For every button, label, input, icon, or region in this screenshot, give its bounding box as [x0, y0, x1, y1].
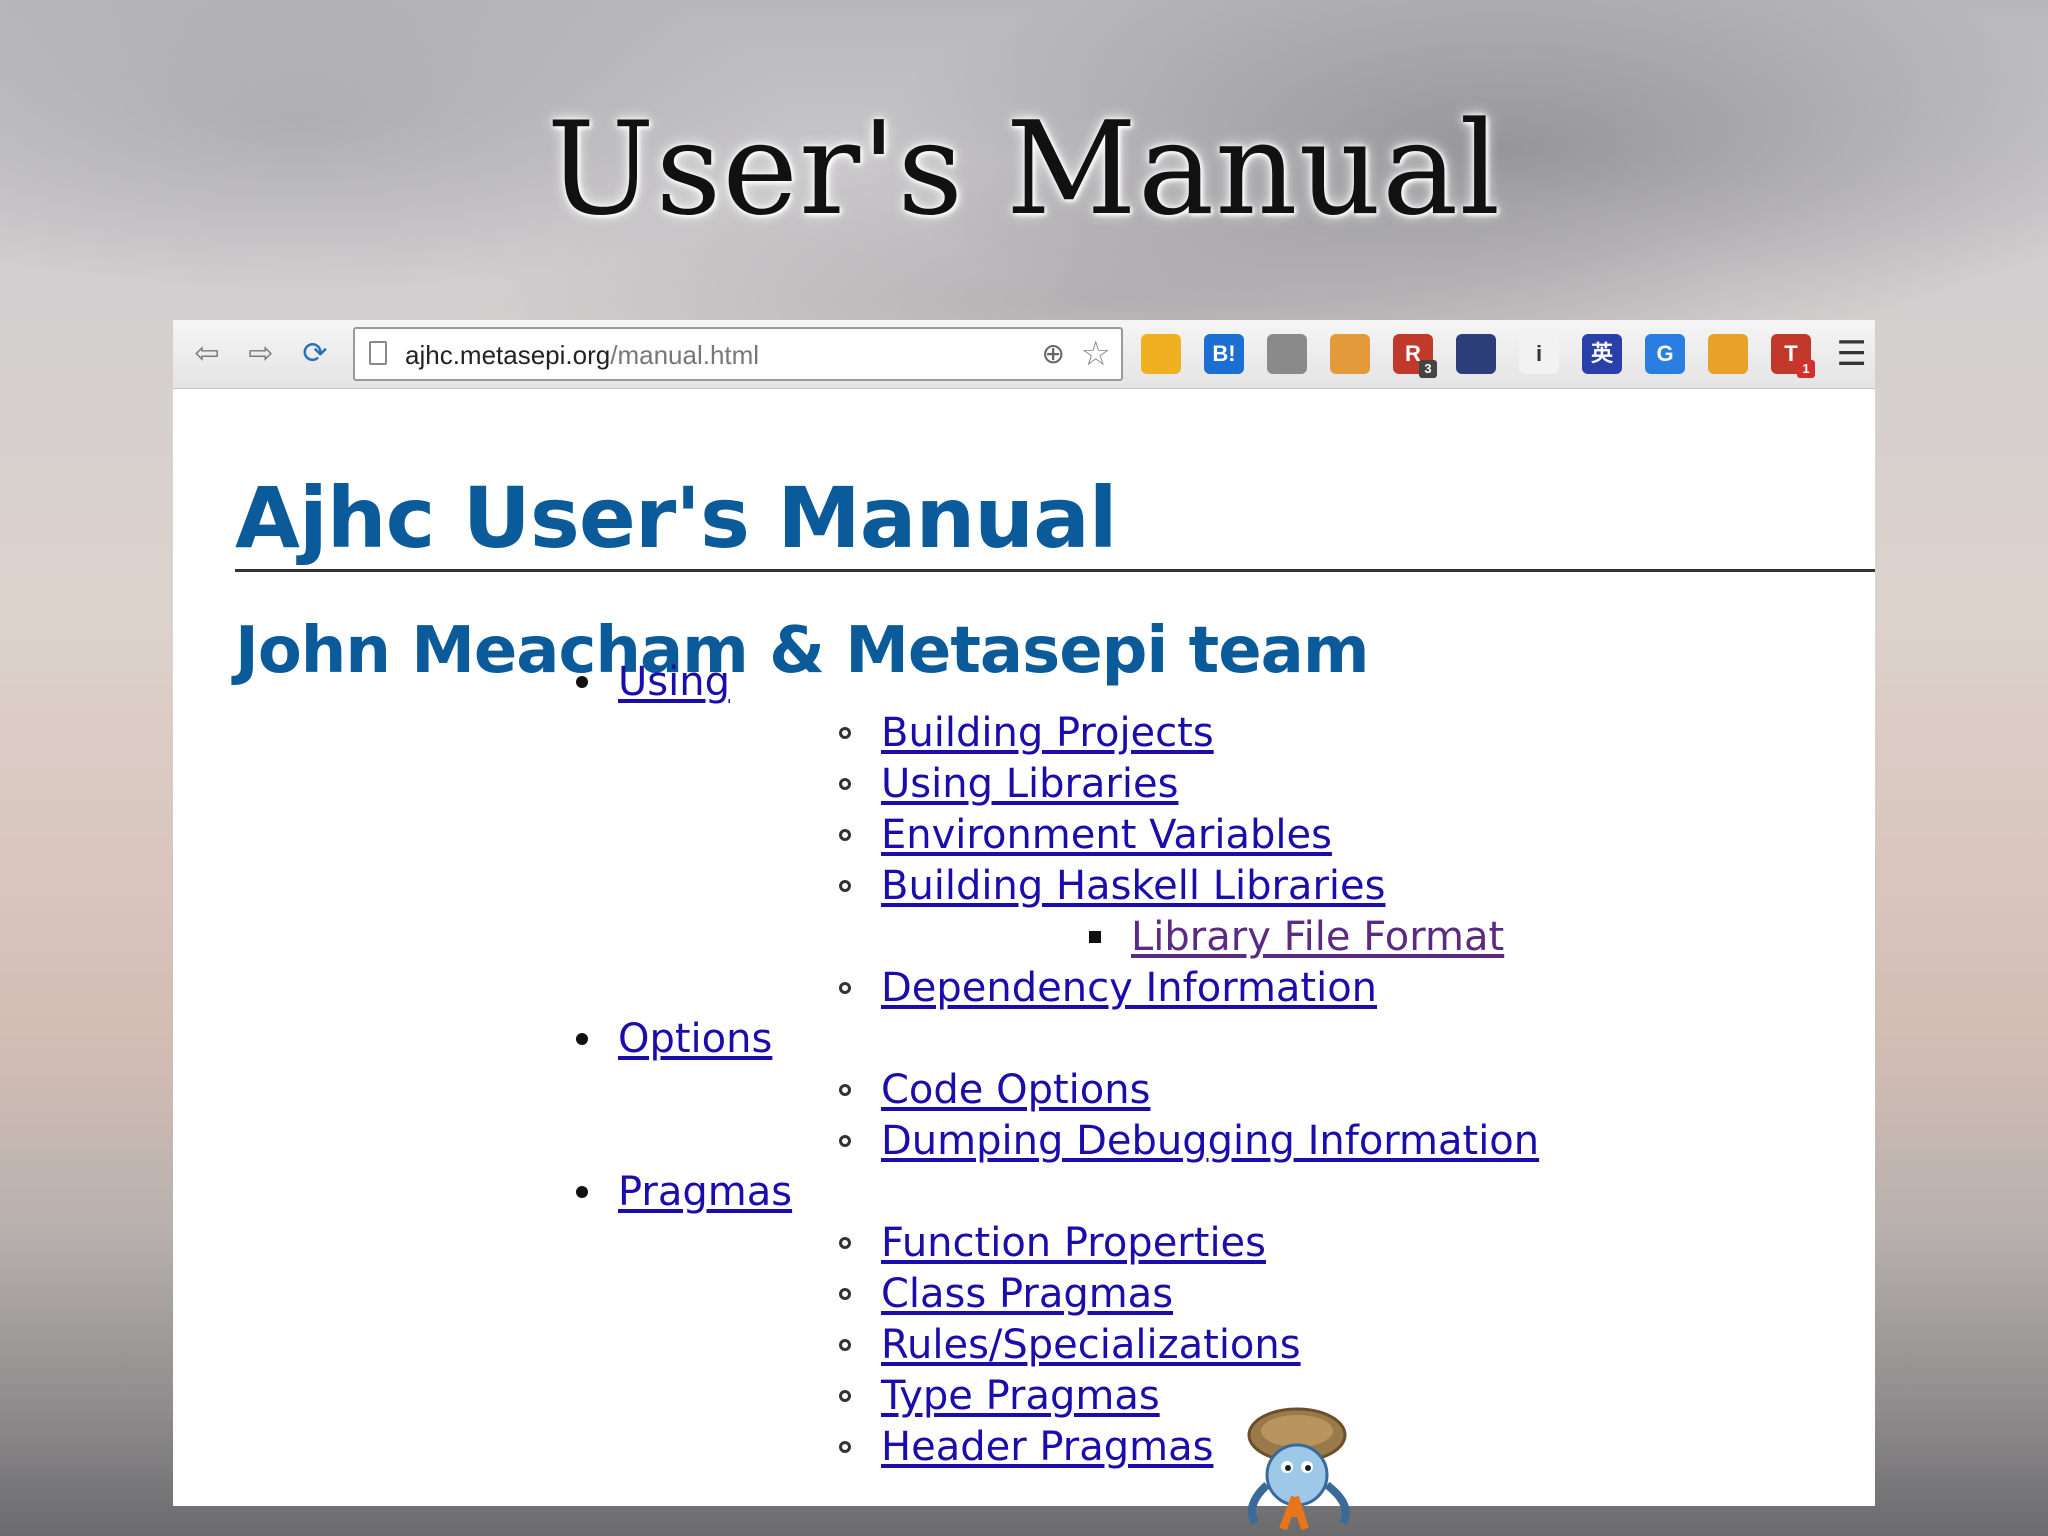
toc-link[interactable]: Options	[618, 1016, 772, 1062]
forward-arrow-icon[interactable]: ⇨	[241, 334, 281, 374]
ext-r-icon[interactable]: R3	[1393, 334, 1437, 378]
toc-link[interactable]: Header Pragmas	[881, 1424, 1213, 1470]
toc-link[interactable]: Using	[618, 659, 730, 705]
extension-label: i	[1535, 341, 1543, 366]
toc-link[interactable]: Type Pragmas	[881, 1373, 1160, 1419]
ext-sync-icon[interactable]	[1141, 334, 1181, 374]
ext-info-icon[interactable]: i	[1519, 334, 1559, 374]
zoom-icon[interactable]: ⊕	[1042, 337, 1065, 370]
toc-item: Building Haskell Libraries	[839, 861, 1385, 911]
toc-link[interactable]: Environment Variables	[881, 812, 1332, 858]
toc-item: Type Pragmas	[839, 1371, 1160, 1421]
circle-bullet-icon	[839, 1135, 851, 1147]
ext-eiji-icon[interactable]: 英	[1582, 334, 1622, 374]
title-divider	[235, 569, 1875, 572]
extension-label: G	[1656, 341, 1674, 366]
toc-link[interactable]: Dependency Information	[881, 965, 1377, 1011]
circle-bullet-icon	[839, 1084, 851, 1096]
extension-label: B!	[1212, 341, 1236, 366]
circle-bullet-icon	[839, 1237, 851, 1249]
toc-item: Dumping Debugging Information	[839, 1116, 1539, 1166]
url-text[interactable]: ajhc.metasepi.org/manual.html	[405, 340, 759, 371]
circle-bullet-icon	[839, 727, 851, 739]
toc-item: Using	[576, 657, 730, 707]
toc-link[interactable]: Class Pragmas	[881, 1271, 1173, 1317]
url-host: ajhc.metasepi.org	[405, 340, 611, 370]
page-authors: John Meacham & Metasepi team	[235, 614, 1369, 688]
page-title: Ajhc User's Manual	[235, 469, 1118, 567]
toc-item: Using Libraries	[839, 759, 1178, 809]
toc-item: Library File Format	[1089, 912, 1504, 962]
slide-title: User's Manual	[546, 95, 1502, 244]
reload-icon[interactable]: ⟳	[295, 334, 335, 374]
disc-bullet-icon	[576, 1186, 588, 1198]
url-path: /manual.html	[610, 340, 760, 370]
circle-bullet-icon	[839, 778, 851, 790]
toc-item: Dependency Information	[839, 963, 1377, 1013]
extension-badge: 1	[1797, 360, 1815, 378]
ext-t-icon[interactable]: T1	[1771, 334, 1815, 378]
toc-item: Function Properties	[839, 1218, 1266, 1268]
toc-item: Code Options	[839, 1065, 1150, 1115]
ext-mail-icon[interactable]	[1267, 334, 1307, 374]
ext-night-icon[interactable]	[1456, 334, 1496, 374]
toc-link[interactable]: Rules/Specializations	[881, 1322, 1301, 1368]
page-icon	[369, 341, 387, 365]
mascot-turtle-icon	[1247, 1407, 1350, 1531]
toc-link[interactable]: Dumping Debugging Information	[881, 1118, 1539, 1164]
square-bullet-icon	[1089, 931, 1101, 943]
extension-label: 英	[1590, 341, 1613, 366]
toc-link[interactable]: Function Properties	[881, 1220, 1266, 1266]
toc-item: Environment Variables	[839, 810, 1332, 860]
circle-bullet-icon	[839, 1288, 851, 1300]
toc-item: Options	[576, 1014, 772, 1064]
ext-hatena-bookmark-icon[interactable]: B!	[1204, 334, 1244, 374]
toc-link[interactable]: Using Libraries	[881, 761, 1178, 807]
menu-icon[interactable]: ☰	[1837, 336, 1867, 372]
extension-label: T	[1784, 341, 1798, 366]
extension-badge: 3	[1419, 360, 1437, 378]
toc-item: Building Projects	[839, 708, 1214, 758]
browser-toolbar: ⇦ ⇨ ⟳ ajhc.metasepi.org/manual.html ⊕ ☆ …	[173, 320, 1875, 389]
circle-bullet-icon	[839, 880, 851, 892]
toc-link[interactable]: Building Haskell Libraries	[881, 863, 1385, 909]
circle-bullet-icon	[839, 1441, 851, 1453]
toc-item: Header Pragmas	[839, 1422, 1213, 1472]
toc-item: Class Pragmas	[839, 1269, 1173, 1319]
circle-bullet-icon	[839, 1339, 851, 1351]
toc-item: Pragmas	[576, 1167, 792, 1217]
back-arrow-icon[interactable]: ⇦	[187, 334, 227, 374]
ext-food-icon[interactable]	[1708, 334, 1748, 374]
toc-link[interactable]: Building Projects	[881, 710, 1214, 756]
disc-bullet-icon	[576, 1033, 588, 1045]
disc-bullet-icon	[576, 676, 588, 688]
circle-bullet-icon	[839, 829, 851, 841]
circle-bullet-icon	[839, 982, 851, 994]
browser-window: ⇦ ⇨ ⟳ ajhc.metasepi.org/manual.html ⊕ ☆ …	[173, 320, 1875, 1506]
circle-bullet-icon	[839, 1390, 851, 1402]
toc-link[interactable]: Pragmas	[618, 1169, 792, 1215]
bookmark-star-icon[interactable]: ☆	[1081, 334, 1111, 374]
toc-item: Rules/Specializations	[839, 1320, 1301, 1370]
address-bar[interactable]: ajhc.metasepi.org/manual.html ⊕ ☆	[353, 327, 1123, 381]
ext-fox-icon[interactable]	[1330, 334, 1370, 374]
toc-link[interactable]: Code Options	[881, 1067, 1150, 1113]
toc-link[interactable]: Library File Format	[1131, 914, 1504, 960]
page-content: Ajhc User's Manual John Meacham & Metase…	[173, 389, 1875, 1506]
ext-google-icon[interactable]: G	[1645, 334, 1685, 374]
